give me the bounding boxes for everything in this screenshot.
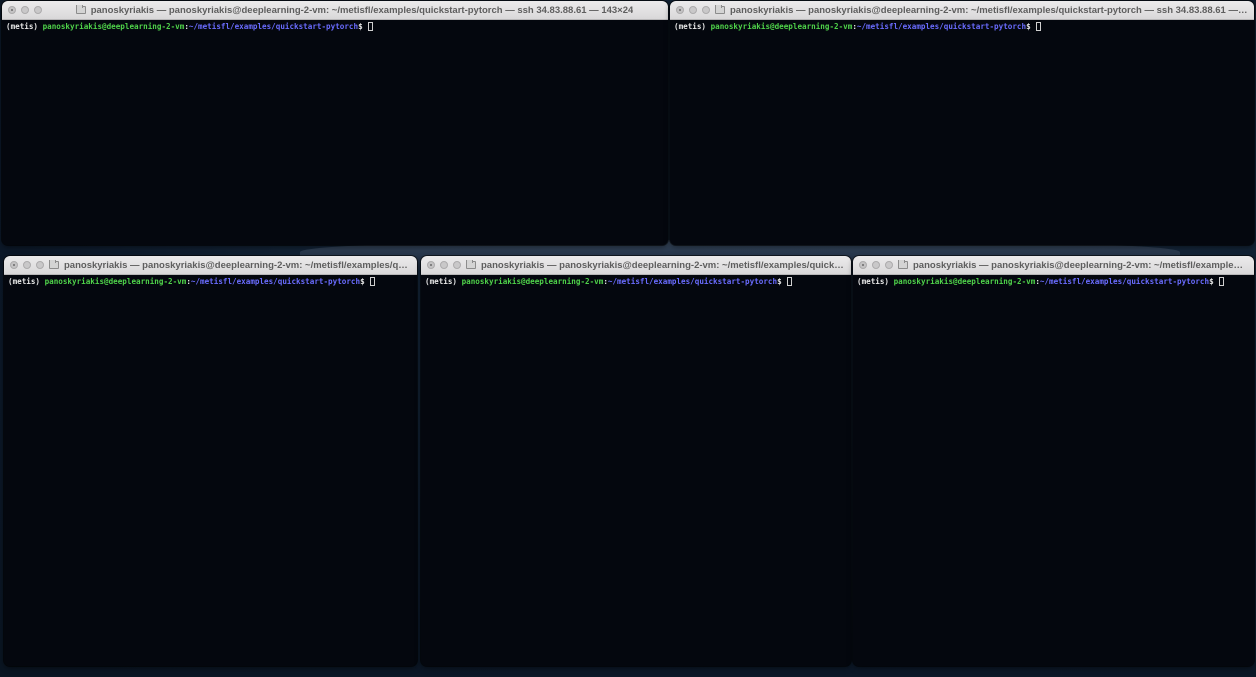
prompt-path: ~/metisfl/examples/quickstart-pytorch — [1039, 277, 1210, 286]
cursor-block-icon — [370, 277, 376, 286]
cursor-block-icon — [1036, 22, 1042, 31]
close-icon[interactable] — [859, 261, 867, 269]
prompt-user-host: panoskyriakis@deeplearning-2-vm — [893, 277, 1036, 286]
window-title: panoskyriakis — panoskyriakis@deeplearni… — [64, 259, 411, 271]
prompt-dollar: $ — [360, 277, 370, 286]
terminal-content[interactable]: (metis) panoskyriakis@deeplearning-2-vm:… — [4, 275, 417, 666]
traffic-lights — [2, 6, 47, 14]
folder-icon — [466, 259, 476, 269]
zoom-icon[interactable] — [702, 6, 710, 14]
prompt-path: ~/metisfl/examples/quickstart-pytorch — [856, 22, 1027, 31]
shell-prompt: (metis) panoskyriakis@deeplearning-2-vm:… — [6, 22, 664, 32]
terminal-window[interactable]: panoskyriakis — panoskyriakis@deeplearni… — [853, 256, 1254, 666]
prompt-dollar: $ — [1209, 277, 1219, 286]
prompt-path: ~/metisfl/examples/quickstart-pytorch — [607, 277, 778, 286]
terminal-content[interactable]: (metis) panoskyriakis@deeplearning-2-vm:… — [2, 20, 668, 245]
minimize-icon[interactable] — [23, 261, 31, 269]
window-title: panoskyriakis — panoskyriakis@deeplearni… — [730, 4, 1248, 16]
folder-icon — [898, 259, 908, 269]
terminal-window[interactable]: panoskyriakis — panoskyriakis@deeplearni… — [4, 256, 417, 666]
folder-icon — [715, 4, 725, 14]
terminal-window[interactable]: panoskyriakis — panoskyriakis@deeplearni… — [670, 1, 1254, 245]
traffic-lights — [4, 261, 49, 269]
prompt-env: (metis) — [8, 277, 45, 286]
minimize-icon[interactable] — [689, 6, 697, 14]
window-title-wrap: panoskyriakis — panoskyriakis@deeplearni… — [466, 259, 851, 271]
cursor-block-icon — [787, 277, 793, 286]
prompt-user-host: panoskyriakis@deeplearning-2-vm — [44, 277, 187, 286]
minimize-icon[interactable] — [440, 261, 448, 269]
window-title: panoskyriakis — panoskyriakis@deeplearni… — [481, 259, 845, 271]
traffic-lights — [853, 261, 898, 269]
prompt-dollar: $ — [1026, 22, 1036, 31]
zoom-icon[interactable] — [36, 261, 44, 269]
close-icon[interactable] — [676, 6, 684, 14]
window-title: panoskyriakis — panoskyriakis@deeplearni… — [90, 4, 634, 16]
prompt-dollar: $ — [777, 277, 787, 286]
prompt-user-host: panoskyriakis@deeplearning-2-vm — [461, 277, 604, 286]
folder-icon — [75, 4, 86, 14]
terminal-content[interactable]: (metis) panoskyriakis@deeplearning-2-vm:… — [421, 275, 851, 666]
prompt-user-host: panoskyriakis@deeplearning-2-vm — [710, 22, 853, 31]
zoom-icon[interactable] — [34, 6, 42, 14]
traffic-lights — [421, 261, 466, 269]
prompt-env: (metis) — [674, 22, 711, 31]
shell-prompt: (metis) panoskyriakis@deeplearning-2-vm:… — [425, 277, 847, 287]
prompt-user-host: panoskyriakis@deeplearning-2-vm — [42, 22, 185, 31]
window-titlebar[interactable]: panoskyriakis — panoskyriakis@deeplearni… — [421, 256, 851, 275]
prompt-path: ~/metisfl/examples/quickstart-pytorch — [190, 277, 361, 286]
prompt-env: (metis) — [6, 22, 43, 31]
close-icon[interactable] — [8, 6, 16, 14]
terminal-content[interactable]: (metis) panoskyriakis@deeplearning-2-vm:… — [670, 20, 1254, 245]
window-titlebar[interactable]: panoskyriakis — panoskyriakis@deeplearni… — [2, 1, 668, 20]
window-title-wrap: panoskyriakis — panoskyriakis@deeplearni… — [898, 259, 1254, 271]
traffic-lights — [670, 6, 715, 14]
prompt-path: ~/metisfl/examples/quickstart-pytorch — [188, 22, 359, 31]
minimize-icon[interactable] — [21, 6, 29, 14]
window-titlebar[interactable]: panoskyriakis — panoskyriakis@deeplearni… — [853, 256, 1254, 275]
window-title: panoskyriakis — panoskyriakis@deeplearni… — [913, 259, 1248, 271]
prompt-dollar: $ — [358, 22, 368, 31]
terminal-content[interactable]: (metis) panoskyriakis@deeplearning-2-vm:… — [853, 275, 1254, 666]
terminal-window[interactable]: panoskyriakis — panoskyriakis@deeplearni… — [421, 256, 851, 666]
cursor-block-icon — [1219, 277, 1225, 286]
prompt-env: (metis) — [857, 277, 894, 286]
window-title-wrap: panoskyriakis — panoskyriakis@deeplearni… — [47, 4, 668, 16]
shell-prompt: (metis) panoskyriakis@deeplearning-2-vm:… — [857, 277, 1250, 287]
window-titlebar[interactable]: panoskyriakis — panoskyriakis@deeplearni… — [670, 1, 1254, 20]
folder-icon — [49, 259, 59, 269]
cursor-block-icon — [368, 22, 374, 31]
zoom-icon[interactable] — [453, 261, 461, 269]
terminal-window[interactable]: panoskyriakis — panoskyriakis@deeplearni… — [2, 1, 668, 245]
shell-prompt: (metis) panoskyriakis@deeplearning-2-vm:… — [8, 277, 413, 287]
close-icon[interactable] — [427, 261, 435, 269]
shell-prompt: (metis) panoskyriakis@deeplearning-2-vm:… — [674, 22, 1250, 32]
zoom-icon[interactable] — [885, 261, 893, 269]
window-title-wrap: panoskyriakis — panoskyriakis@deeplearni… — [715, 4, 1254, 16]
close-icon[interactable] — [10, 261, 18, 269]
prompt-env: (metis) — [425, 277, 462, 286]
minimize-icon[interactable] — [872, 261, 880, 269]
window-titlebar[interactable]: panoskyriakis — panoskyriakis@deeplearni… — [4, 256, 417, 275]
window-title-wrap: panoskyriakis — panoskyriakis@deeplearni… — [49, 259, 417, 271]
